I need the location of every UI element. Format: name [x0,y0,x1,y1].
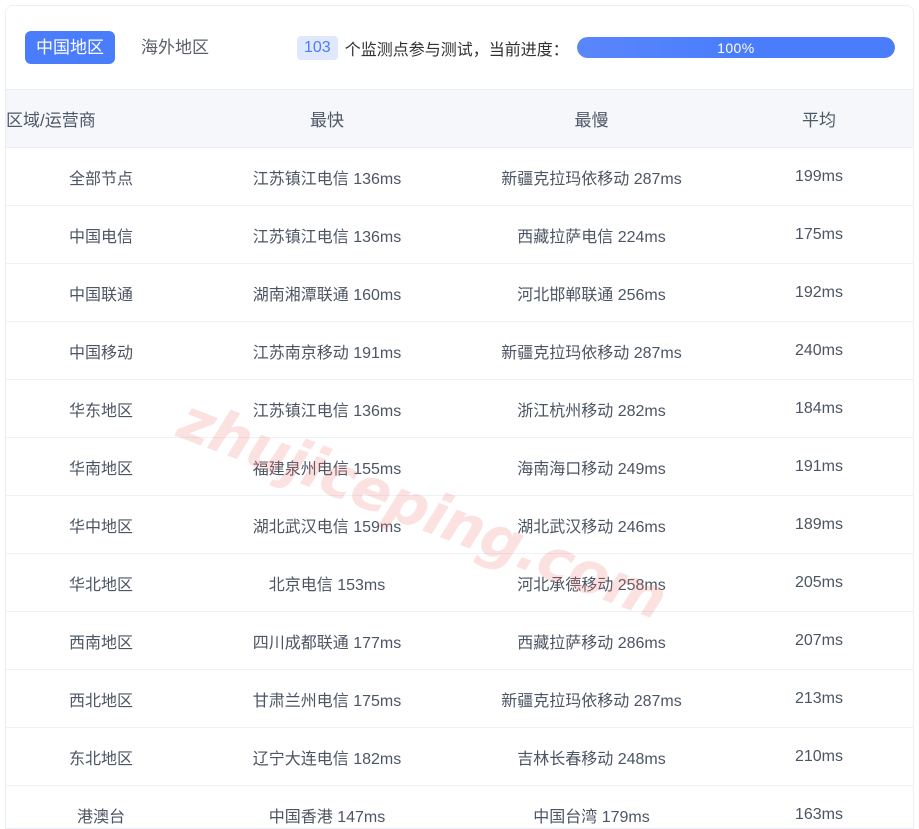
cell-slowest: 海南海口移动 249ms [458,437,725,496]
cell-region: 中国电信 [6,205,196,264]
cell-slowest: 浙江杭州移动 282ms [458,379,725,438]
table-row: 华南地区 福建泉州电信 155ms 海南海口移动 249ms 191ms [6,437,913,496]
cell-average: 184ms [725,379,913,438]
monitor-node-count-badge: 103 [297,35,338,60]
cell-slowest: 吉林长春移动 248ms [458,727,725,786]
cell-fastest: 甘肃兰州电信 175ms [196,669,458,728]
cell-slowest: 河北邯郸联通 256ms [458,263,725,322]
table-body: 全部节点 江苏镇江电信 136ms 新疆克拉玛依移动 287ms 199ms 中… [6,147,913,829]
progress-percent-label: 100% [717,39,755,56]
cell-average: 199ms [725,147,913,206]
table-row: 港澳台 中国香港 147ms 中国台湾 179ms 163ms [6,786,913,829]
latency-results-table: 区域/运营商 最快 最慢 平均 全部节点 江苏镇江电信 136ms 新疆克拉玛依… [6,89,913,829]
column-header-average: 平均 [725,89,913,148]
cell-slowest: 新疆克拉玛依移动 287ms [458,669,725,728]
table-row: 华北地区 北京电信 153ms 河北承德移动 258ms 205ms [6,553,913,612]
cell-region: 中国联通 [6,263,196,322]
cell-average: 192ms [725,263,913,322]
cell-region: 东北地区 [6,727,196,786]
progress-description: 个监测点参与测试，当前进度： [344,41,569,59]
region-tabs: 中国地区 海外地区 [25,31,220,64]
cell-region: 华南地区 [6,437,196,496]
cell-average: 205ms [725,553,913,612]
cell-fastest: 湖南湘潭联通 160ms [196,263,458,322]
cell-fastest: 北京电信 153ms [196,553,458,612]
cell-region: 华东地区 [6,379,196,438]
cell-fastest: 江苏镇江电信 136ms [196,147,458,206]
column-header-slowest: 最慢 [458,89,725,148]
table-row: 西南地区 四川成都联通 177ms 西藏拉萨移动 286ms 207ms [6,611,913,670]
cell-region: 华北地区 [6,553,196,612]
cell-average: 163ms [794,805,844,823]
cell-slowest: 西藏拉萨电信 224ms [458,205,725,264]
cell-average: 240ms [725,321,913,380]
cell-slowest: 西藏拉萨移动 286ms [458,611,725,670]
column-header-fastest: 最快 [196,89,458,148]
table-row: 华中地区 湖北武汉电信 159ms 湖北武汉移动 246ms 189ms [6,495,913,554]
table-header: 区域/运营商 最快 最慢 平均 [6,89,913,148]
table-row: 东北地区 辽宁大连电信 182ms 吉林长春移动 248ms 210ms [6,727,913,786]
cell-average: 213ms [725,669,913,728]
cell-slowest: 新疆克拉玛依移动 287ms [458,147,725,206]
cell-fastest: 江苏镇江电信 136ms [196,205,458,264]
cell-fastest: 福建泉州电信 155ms [196,437,458,496]
cell-slowest: 新疆克拉玛依移动 287ms [458,321,725,380]
cell-average: 191ms [725,437,913,496]
cell-slowest: 中国台湾 179ms [533,808,650,826]
progress-section: 103 个监测点参与测试，当前进度： 100% [297,35,913,60]
cell-region: 华中地区 [6,495,196,554]
page-root: 中国地区 海外地区 103 个监测点参与测试，当前进度： 100% zhujic… [0,0,919,829]
table-row: 华东地区 江苏镇江电信 136ms 浙江杭州移动 282ms 184ms [6,379,913,438]
cell-fastest: 江苏镇江电信 136ms [196,379,458,438]
tab-overseas-region[interactable]: 海外地区 [130,31,220,64]
cell-average: 207ms [725,611,913,670]
table-header-row: 区域/运营商 最快 最慢 平均 [6,89,913,148]
tab-china-region[interactable]: 中国地区 [25,31,115,64]
cell-slowest: 湖北武汉移动 246ms [458,495,725,554]
cell-region: 中国移动 [6,321,196,380]
cell-region: 西南地区 [6,611,196,670]
cell-fastest: 江苏南京移动 191ms [196,321,458,380]
results-table-container: zhujiceping.com 区域/运营商 最快 最慢 平均 全部节点 江苏镇… [6,89,913,829]
cell-region: 全部节点 [6,147,196,206]
latency-test-card: 中国地区 海外地区 103 个监测点参与测试，当前进度： 100% zhujic… [5,5,914,829]
cell-slowest: 河北承德移动 258ms [458,553,725,612]
cell-fastest: 湖北武汉电信 159ms [196,495,458,554]
test-progress-bar: 100% [576,37,895,58]
cell-region: 西北地区 [6,669,196,728]
cell-fastest: 四川成都联通 177ms [196,611,458,670]
cell-fastest: 中国香港 147ms [268,808,386,826]
table-row: 中国联通 湖南湘潭联通 160ms 河北邯郸联通 256ms 192ms [6,263,913,322]
cell-average: 175ms [725,205,913,264]
column-header-region: 区域/运营商 [6,89,196,148]
cell-region: 港澳台 [76,808,125,826]
table-row: 中国电信 江苏镇江电信 136ms 西藏拉萨电信 224ms 175ms [6,205,913,264]
table-row: 全部节点 江苏镇江电信 136ms 新疆克拉玛依移动 287ms 199ms [6,147,913,206]
cell-average: 210ms [725,727,913,786]
table-row: 西北地区 甘肃兰州电信 175ms 新疆克拉玛依移动 287ms 213ms [6,669,913,728]
cell-fastest: 辽宁大连电信 182ms [196,727,458,786]
table-row: 中国移动 江苏南京移动 191ms 新疆克拉玛依移动 287ms 240ms [6,321,913,380]
cell-average: 189ms [725,495,913,554]
toolbar: 中国地区 海外地区 103 个监测点参与测试，当前进度： 100% [6,6,913,89]
